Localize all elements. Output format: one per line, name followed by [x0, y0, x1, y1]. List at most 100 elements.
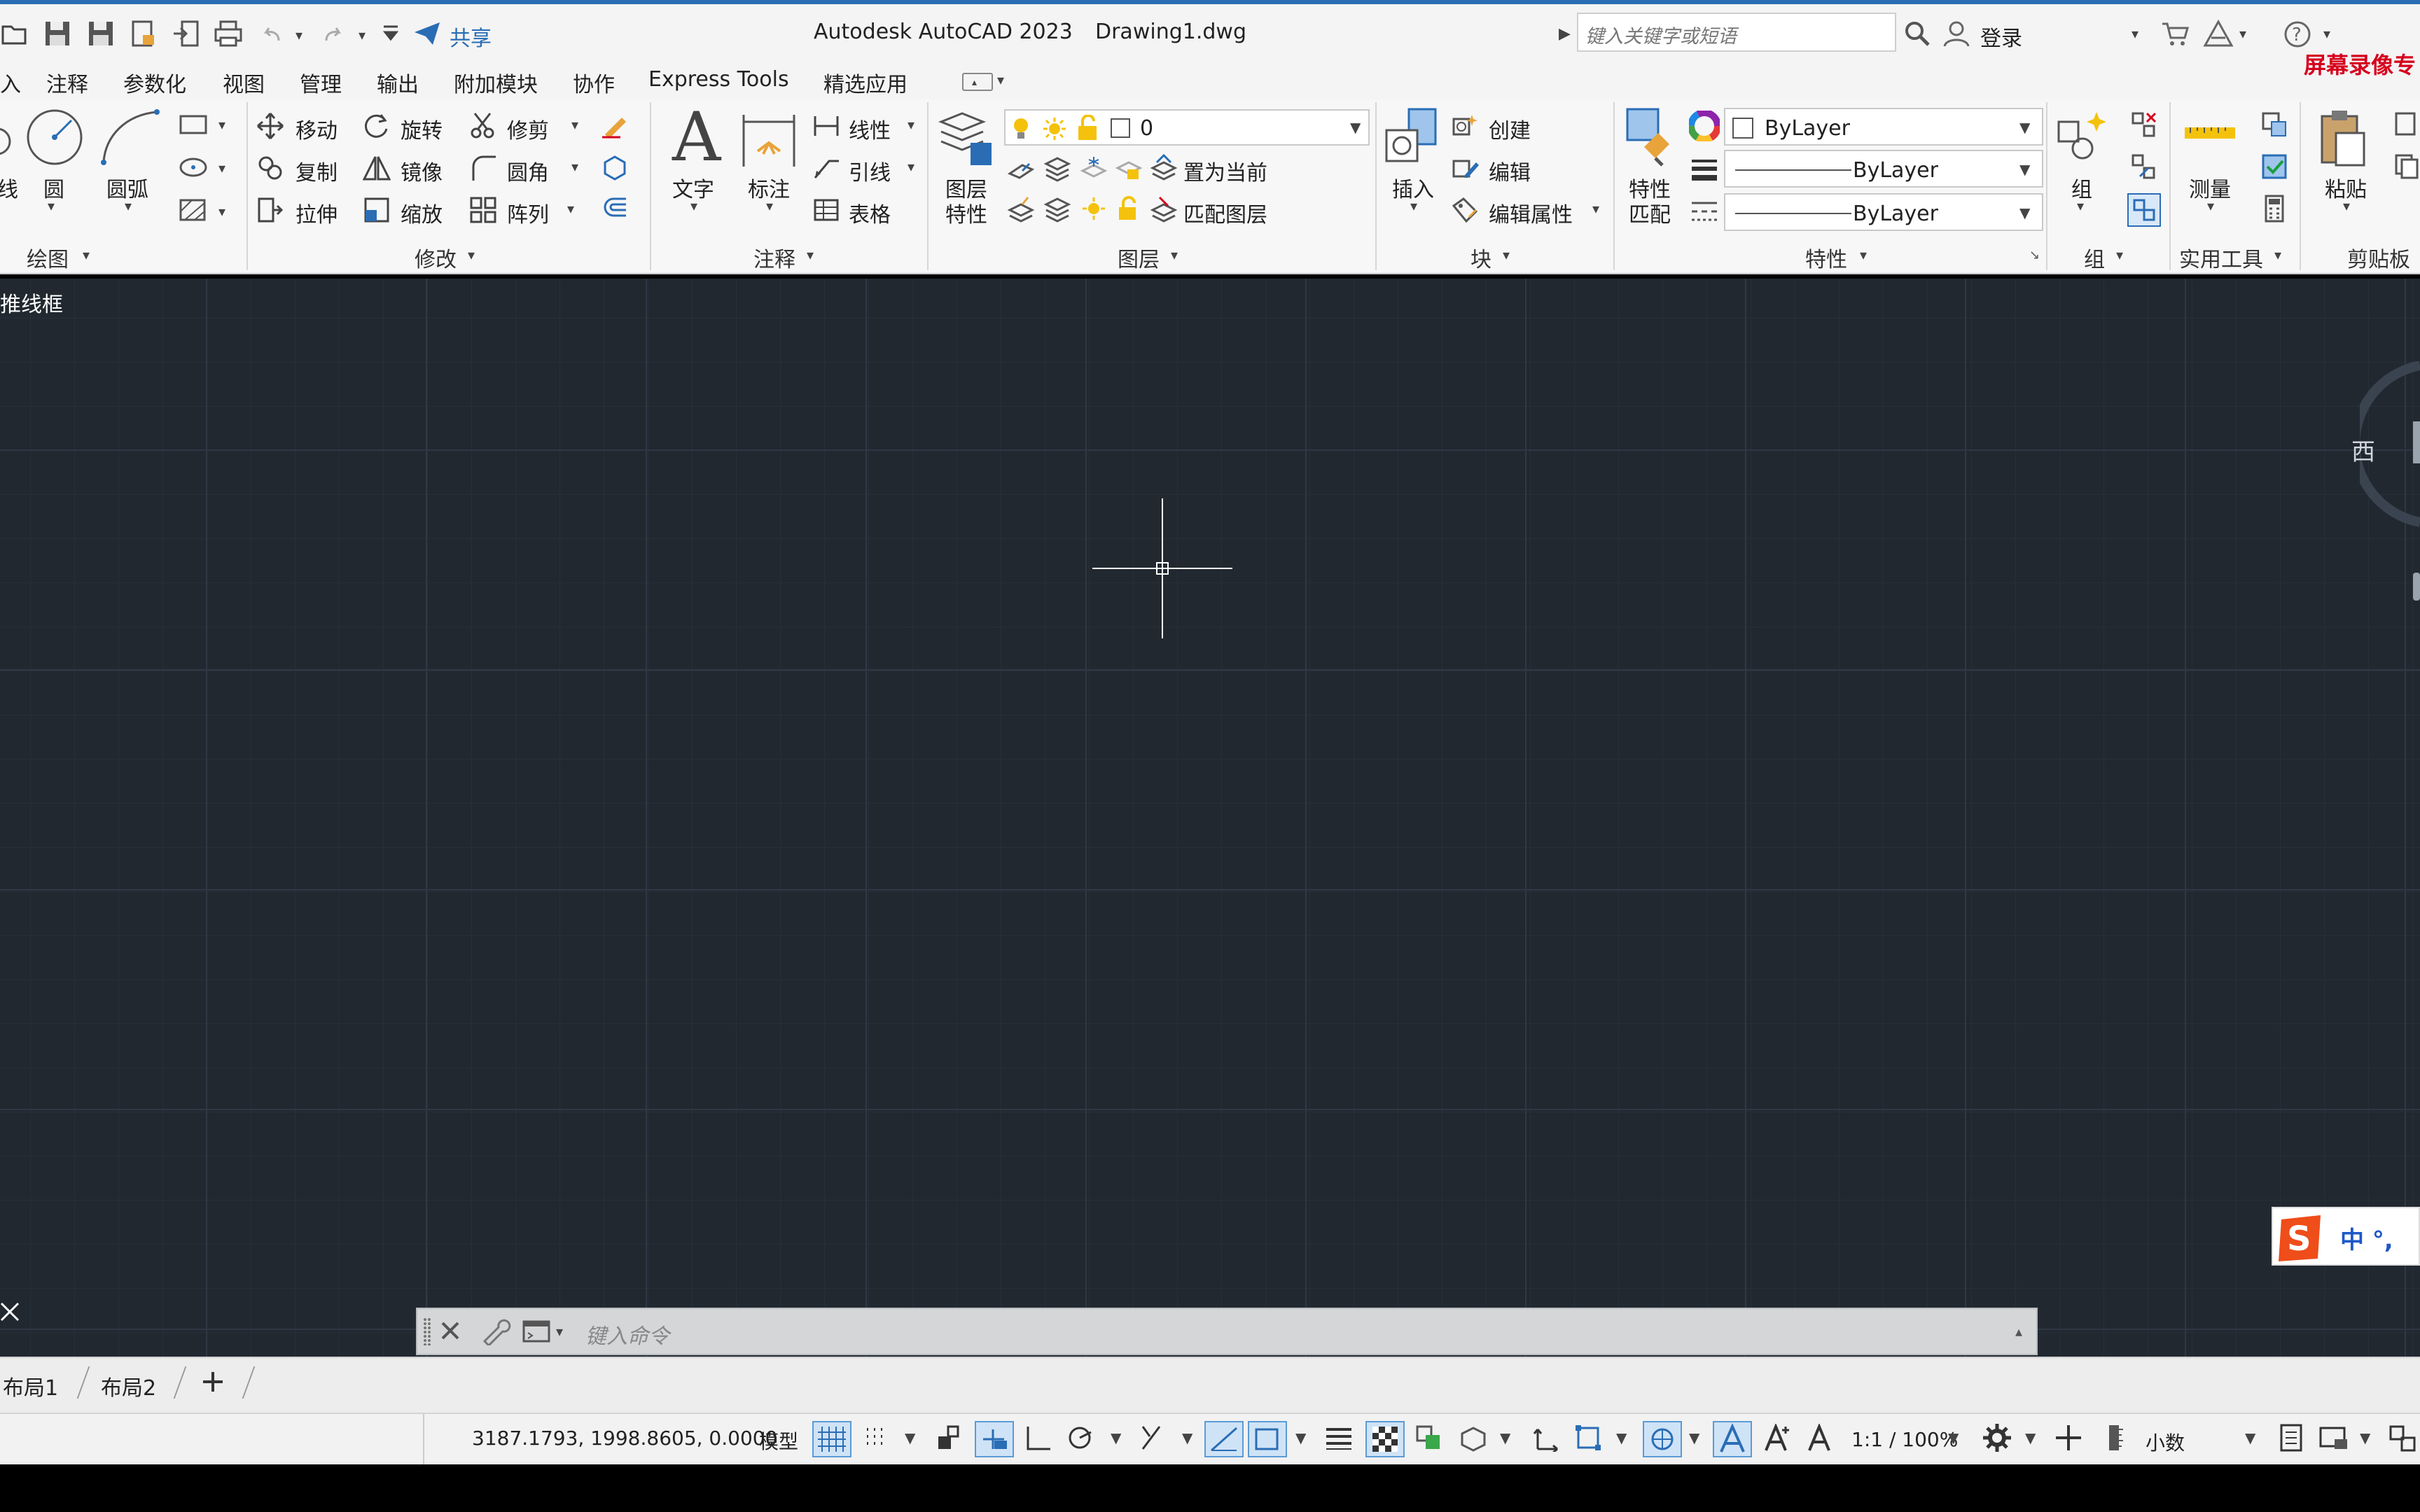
command-line-grip[interactable]: [423, 1317, 431, 1345]
login-dropdown-icon[interactable]: ▾: [2132, 25, 2139, 42]
properties-dialog-launcher-icon[interactable]: ↘: [2029, 248, 2040, 262]
offset-icon[interactable]: [601, 195, 629, 225]
paste-icon[interactable]: [2318, 108, 2367, 171]
help-dropdown-icon[interactable]: ▾: [2323, 25, 2330, 42]
layer-on-icon[interactable]: [1007, 195, 1035, 225]
undo-icon[interactable]: [258, 21, 286, 49]
dynamic-input-toggle[interactable]: [975, 1421, 1014, 1457]
move-label[interactable]: 移动: [295, 113, 338, 144]
group-selection-toggle[interactable]: [2127, 193, 2161, 227]
groups-panel-title[interactable]: 组: [2084, 242, 2105, 273]
object-snap-tracking-toggle[interactable]: [1204, 1421, 1244, 1457]
3d-snap-dropdown-icon[interactable]: ▼: [1500, 1429, 1510, 1446]
ribbon-minimize-button[interactable]: ▴: [962, 73, 993, 91]
polar-dropdown-icon[interactable]: ▼: [1111, 1429, 1121, 1446]
command-line[interactable]: ▾ 键入命令 ▴: [416, 1308, 2038, 1355]
layer-unisolate-icon[interactable]: [1043, 195, 1071, 225]
save-icon[interactable]: [43, 20, 71, 50]
color-wheel-icon[interactable]: [1688, 109, 1721, 144]
linear-dropdown-icon[interactable]: ▾: [908, 116, 915, 133]
array-label[interactable]: 阵列: [507, 197, 549, 228]
ribbon-state-dropdown-icon[interactable]: ▾: [997, 71, 1004, 88]
lineweight-dropdown[interactable]: ByLayer ▼: [1724, 150, 2043, 188]
insert-block-icon[interactable]: [1384, 106, 1440, 172]
quick-properties-icon[interactable]: [2279, 1424, 2304, 1455]
polar-tracking-icon[interactable]: [1066, 1424, 1097, 1455]
object-snap-dropdown-icon[interactable]: ▼: [1295, 1429, 1306, 1446]
grid-toggle[interactable]: [812, 1421, 851, 1457]
isodraft-dropdown-icon[interactable]: ▼: [1182, 1429, 1192, 1446]
tab-express-tools[interactable]: Express Tools: [648, 67, 789, 92]
insert-dropdown-icon[interactable]: ▾: [1410, 197, 1417, 214]
layer-freeze-icon[interactable]: [1080, 154, 1108, 185]
workspace-dropdown-icon[interactable]: ▼: [2025, 1429, 2036, 1446]
paste-dropdown-icon[interactable]: ▾: [2343, 197, 2350, 214]
color-dropdown[interactable]: ByLayer ▼: [1724, 108, 2043, 146]
leader-label[interactable]: 引线: [849, 155, 891, 186]
command-history-icon[interactable]: [522, 1320, 553, 1347]
ortho-mode-icon[interactable]: [1024, 1424, 1052, 1455]
block-panel-title[interactable]: 块: [1470, 242, 1491, 273]
isolate-objects-icon[interactable]: [2388, 1424, 2419, 1455]
annotation-scale-icon[interactable]: [1805, 1422, 1836, 1455]
layers-panel-expand-icon[interactable]: ▾: [1171, 246, 1178, 263]
annotation-scale-dropdown-icon[interactable]: ▼: [1948, 1429, 1959, 1446]
command-close-icon[interactable]: [438, 1319, 462, 1345]
group-edit-icon[interactable]: [2130, 153, 2158, 183]
dimension-dropdown-icon[interactable]: ▾: [766, 197, 773, 214]
lock-ui-icon[interactable]: [2319, 1424, 2350, 1455]
tab-addins[interactable]: 附加模块: [454, 67, 538, 98]
share-label[interactable]: 共享: [450, 21, 492, 52]
layer-properties-label-2[interactable]: 特性: [945, 197, 987, 228]
explode-icon[interactable]: [601, 153, 629, 183]
stretch-label[interactable]: 拉伸: [295, 197, 338, 228]
select-all-icon[interactable]: [2260, 153, 2288, 183]
units-value[interactable]: 小数: [2146, 1428, 2185, 1456]
user-icon[interactable]: [1942, 20, 1970, 50]
linear-label[interactable]: 线性: [849, 113, 891, 144]
move-icon[interactable]: [256, 112, 284, 143]
table-label[interactable]: 表格: [849, 197, 891, 228]
text-tool-icon[interactable]: A: [672, 104, 721, 171]
command-customize-icon[interactable]: [480, 1317, 511, 1348]
cut-icon[interactable]: [2393, 111, 2420, 141]
autodesk-dropdown-icon[interactable]: ▾: [2239, 25, 2246, 42]
set-current-layer-icon[interactable]: [1150, 153, 1178, 183]
create-label[interactable]: 创建: [1489, 113, 1531, 144]
tab-view[interactable]: 视图: [223, 67, 265, 98]
layer-lock-icon[interactable]: [1115, 154, 1143, 185]
lock-ui-dropdown-icon[interactable]: ▼: [2360, 1429, 2370, 1446]
gizmo-dropdown-icon[interactable]: ▼: [1689, 1429, 1699, 1446]
layer-thaw-icon[interactable]: [1080, 195, 1108, 225]
publish-icon[interactable]: [172, 20, 200, 50]
dynamic-ucs-icon[interactable]: [1532, 1424, 1560, 1455]
tab-collaborate[interactable]: 协作: [573, 67, 615, 98]
add-layout-icon[interactable]: [200, 1369, 225, 1397]
command-input[interactable]: 键入命令: [585, 1319, 669, 1350]
utilities-panel-title[interactable]: 实用工具: [2179, 242, 2263, 273]
ellipse-dropdown-icon[interactable]: ▾: [218, 160, 225, 176]
ime-toolbar[interactable]: S 中 °,: [2272, 1207, 2420, 1266]
arc-tool-icon[interactable]: [98, 108, 161, 169]
arc-dropdown-icon[interactable]: ▾: [125, 197, 132, 214]
redo-icon[interactable]: [319, 21, 347, 49]
tab-insert[interactable]: 入: [0, 67, 21, 98]
groups-panel-expand-icon[interactable]: ▾: [2116, 246, 2123, 263]
text-dropdown-icon[interactable]: ▾: [690, 197, 697, 214]
model-space-button[interactable]: 模型: [759, 1427, 798, 1455]
viewcube-west-label[interactable]: 西: [2351, 433, 2375, 467]
layer-off-icon[interactable]: [1007, 154, 1035, 185]
edit-label[interactable]: 编辑: [1489, 155, 1531, 186]
set-current-label[interactable]: 置为当前: [1183, 155, 1267, 186]
circle-dropdown-icon[interactable]: ▾: [48, 197, 55, 214]
annotation-panel-expand-icon[interactable]: ▾: [807, 246, 814, 263]
gizmo-toggle[interactable]: [1643, 1421, 1682, 1457]
block-panel-expand-icon[interactable]: ▾: [1503, 246, 1510, 263]
tab-parametric[interactable]: 参数化: [123, 67, 186, 98]
annotation-visibility-toggle[interactable]: [1713, 1421, 1752, 1457]
layer-unlock-icon[interactable]: [1115, 195, 1143, 225]
group-dropdown-icon[interactable]: ▾: [2077, 197, 2084, 214]
search-expand-icon[interactable]: ▶: [1559, 25, 1571, 43]
match-properties-icon[interactable]: [1623, 105, 1679, 171]
layer-dropdown[interactable]: 0 ▼: [1004, 109, 1370, 146]
